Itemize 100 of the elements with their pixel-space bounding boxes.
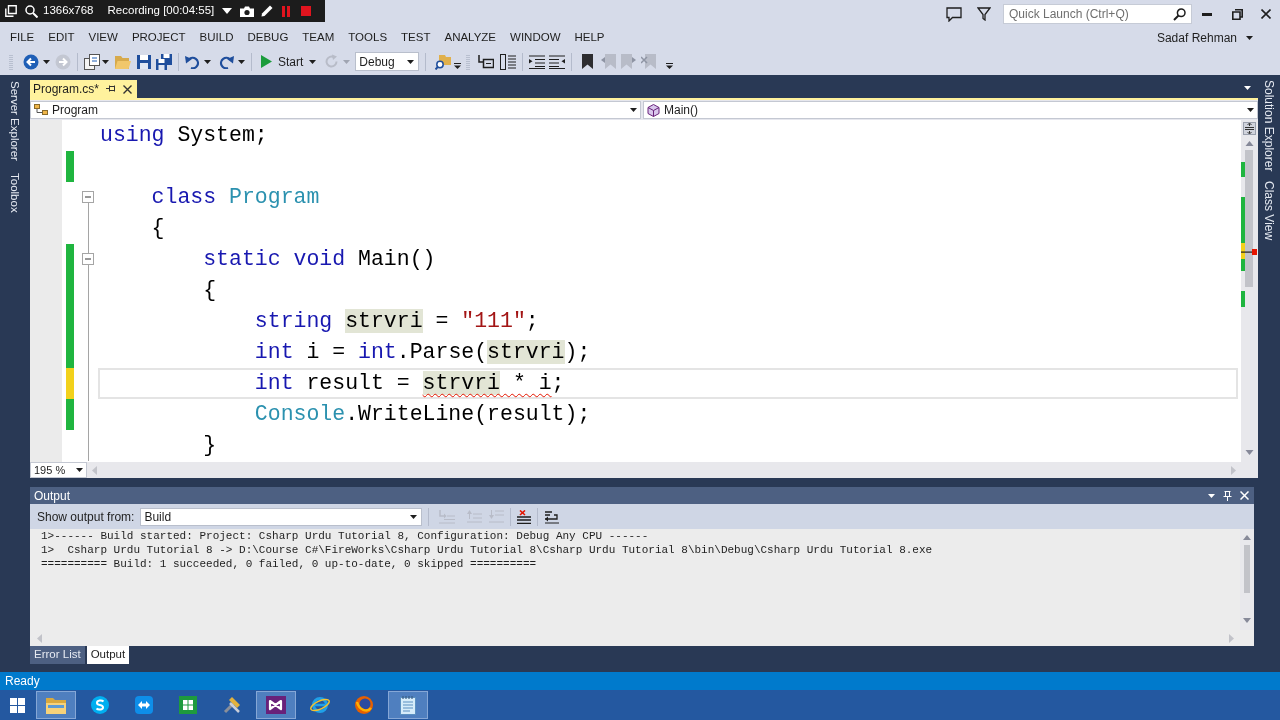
close-icon[interactable] [123, 84, 133, 94]
pencil-icon[interactable] [261, 5, 274, 17]
caret-icon [407, 59, 415, 64]
box-arrow-icon[interactable] [478, 54, 495, 69]
caret-icon [630, 108, 637, 112]
quick-launch-field[interactable]: Quick Launch (Ctrl+Q) [1003, 4, 1192, 24]
grid-tile-icon [179, 696, 197, 714]
pin-icon[interactable] [1223, 490, 1232, 501]
caret-icon[interactable] [102, 59, 109, 64]
caret-icon[interactable] [309, 59, 317, 64]
pages-icon[interactable] [84, 53, 100, 70]
output-line: 1> Csharp Urdu Tutorial 8 -> D:\Course C#\FireWorks\Csharp Urdu Tutorial 8\Csharp Urdu Tutorial 8\bin\Debug\Csharp Urdu Tutorial 8.exe [41, 543, 933, 557]
menu-item[interactable]: PROJECT [124, 28, 193, 48]
caret-icon[interactable] [204, 59, 211, 64]
code-line: using System; [100, 123, 268, 147]
menu-item[interactable]: WINDOW [503, 28, 568, 48]
taskbar-button[interactable] [256, 691, 296, 719]
menu-item[interactable]: DEBUG [240, 28, 296, 48]
undo-icon[interactable] [185, 54, 200, 69]
panel-tab[interactable]: Output [86, 646, 130, 664]
folder-icon [46, 696, 66, 714]
menu-item[interactable]: VIEW [81, 28, 125, 48]
type-dropdown[interactable]: Program [30, 101, 641, 119]
caret-icon [1246, 36, 1253, 40]
code-line: string strvri = "111"; [254, 309, 539, 333]
camera-icon[interactable] [240, 5, 255, 17]
save-all-icon[interactable] [156, 53, 172, 70]
caret-icon[interactable] [222, 8, 233, 14]
document-tab[interactable]: Program.cs* [30, 80, 138, 98]
pin-icon[interactable] [106, 84, 117, 94]
account-menu[interactable]: Sadaf Rehman [1156, 28, 1253, 48]
collapse-icon[interactable] [82, 191, 94, 203]
infinity-logo-icon [266, 696, 286, 714]
code-line: static void Main() [203, 247, 436, 271]
filter-icon[interactable] [977, 7, 991, 21]
dock-tab[interactable]: Server Explorer [8, 81, 22, 161]
menu-item[interactable]: ANALYZE [437, 28, 504, 48]
windows-icon[interactable] [5, 5, 17, 17]
redo-icon[interactable] [219, 54, 234, 69]
output-source-dropdown[interactable]: Build [140, 507, 423, 526]
member-dropdown[interactable]: Main() [643, 101, 1258, 119]
class-icon [34, 104, 48, 116]
start-button[interactable]: Start [258, 51, 306, 72]
output-source-label: Show output from: [37, 508, 135, 526]
indent-icon[interactable] [529, 54, 546, 69]
menu-item[interactable]: HELP [567, 28, 612, 48]
caret-icon [410, 514, 418, 519]
bookmark-icon[interactable] [582, 54, 594, 69]
overflow-icon[interactable] [666, 62, 674, 69]
zoom-dropdown[interactable]: 195 % [30, 462, 87, 478]
code-line: int result = strvri * i; [254, 371, 565, 395]
notepad-icon [400, 695, 416, 715]
dock-tab[interactable]: Solution Explorer [1262, 80, 1276, 172]
search-icon[interactable] [1173, 7, 1186, 21]
caret-icon[interactable] [238, 59, 245, 64]
close-icon [1261, 9, 1271, 19]
menu-item[interactable]: TEAM [295, 28, 342, 48]
code-line: Console.WriteLine(result); [254, 402, 591, 426]
ring-orbit-icon [310, 696, 330, 714]
back-icon[interactable] [23, 53, 39, 70]
output-line: 1>------ Build started: Project: Csharp Urdu Tutorial 8, Configuration: Debug Any CPU ------ [41, 529, 649, 543]
globe-icon [355, 696, 373, 714]
word-wrap-icon[interactable] [544, 509, 561, 524]
code-line: { [151, 216, 165, 240]
clear-all-icon[interactable] [517, 509, 532, 524]
minimize-icon [1202, 12, 1212, 16]
collapse-icon[interactable] [82, 253, 94, 265]
outdent-icon[interactable] [549, 54, 566, 69]
folder-search-icon[interactable] [435, 53, 452, 70]
pause-icon[interactable] [282, 5, 291, 17]
dock-tab[interactable]: Class View [1262, 181, 1276, 241]
output-line: ========== Build: 1 succeeded, 0 failed, 0 up-to-date, 0 skipped ========== [41, 557, 537, 571]
round-logo-icon [91, 696, 109, 714]
stop-icon[interactable] [301, 6, 312, 16]
configuration-dropdown[interactable]: Debug [355, 52, 420, 71]
search-icon[interactable] [25, 4, 38, 18]
status-text: Ready [5, 673, 40, 690]
dock-tab[interactable]: Toolbox [8, 172, 22, 213]
code-line: } [203, 433, 217, 457]
save-icon[interactable] [137, 54, 151, 69]
overflow-icon[interactable] [454, 62, 462, 69]
toolbar-grip[interactable] [466, 53, 471, 70]
caret-icon [76, 468, 83, 472]
menu-item[interactable]: BUILD [192, 28, 241, 48]
menu-item[interactable]: FILE [3, 28, 42, 48]
caret-icon[interactable] [1244, 86, 1251, 90]
resolution-label: 1366x768 [43, 3, 94, 19]
tools-icon [223, 696, 241, 714]
caret-icon [1247, 108, 1254, 112]
menu-item[interactable]: TOOLS [341, 28, 395, 48]
columns-icon[interactable] [500, 53, 517, 70]
menu-item[interactable]: TEST [394, 28, 438, 48]
menu-item[interactable]: EDIT [41, 28, 82, 48]
code-line: int i = int.Parse(strvri); [254, 340, 591, 364]
caret-icon[interactable] [43, 59, 50, 64]
code-line: { [203, 278, 217, 302]
split-handle-icon[interactable] [1243, 121, 1256, 135]
panel-tab[interactable]: Error List [30, 646, 85, 664]
feedback-icon[interactable] [946, 6, 962, 22]
caret-icon[interactable] [1208, 493, 1215, 498]
